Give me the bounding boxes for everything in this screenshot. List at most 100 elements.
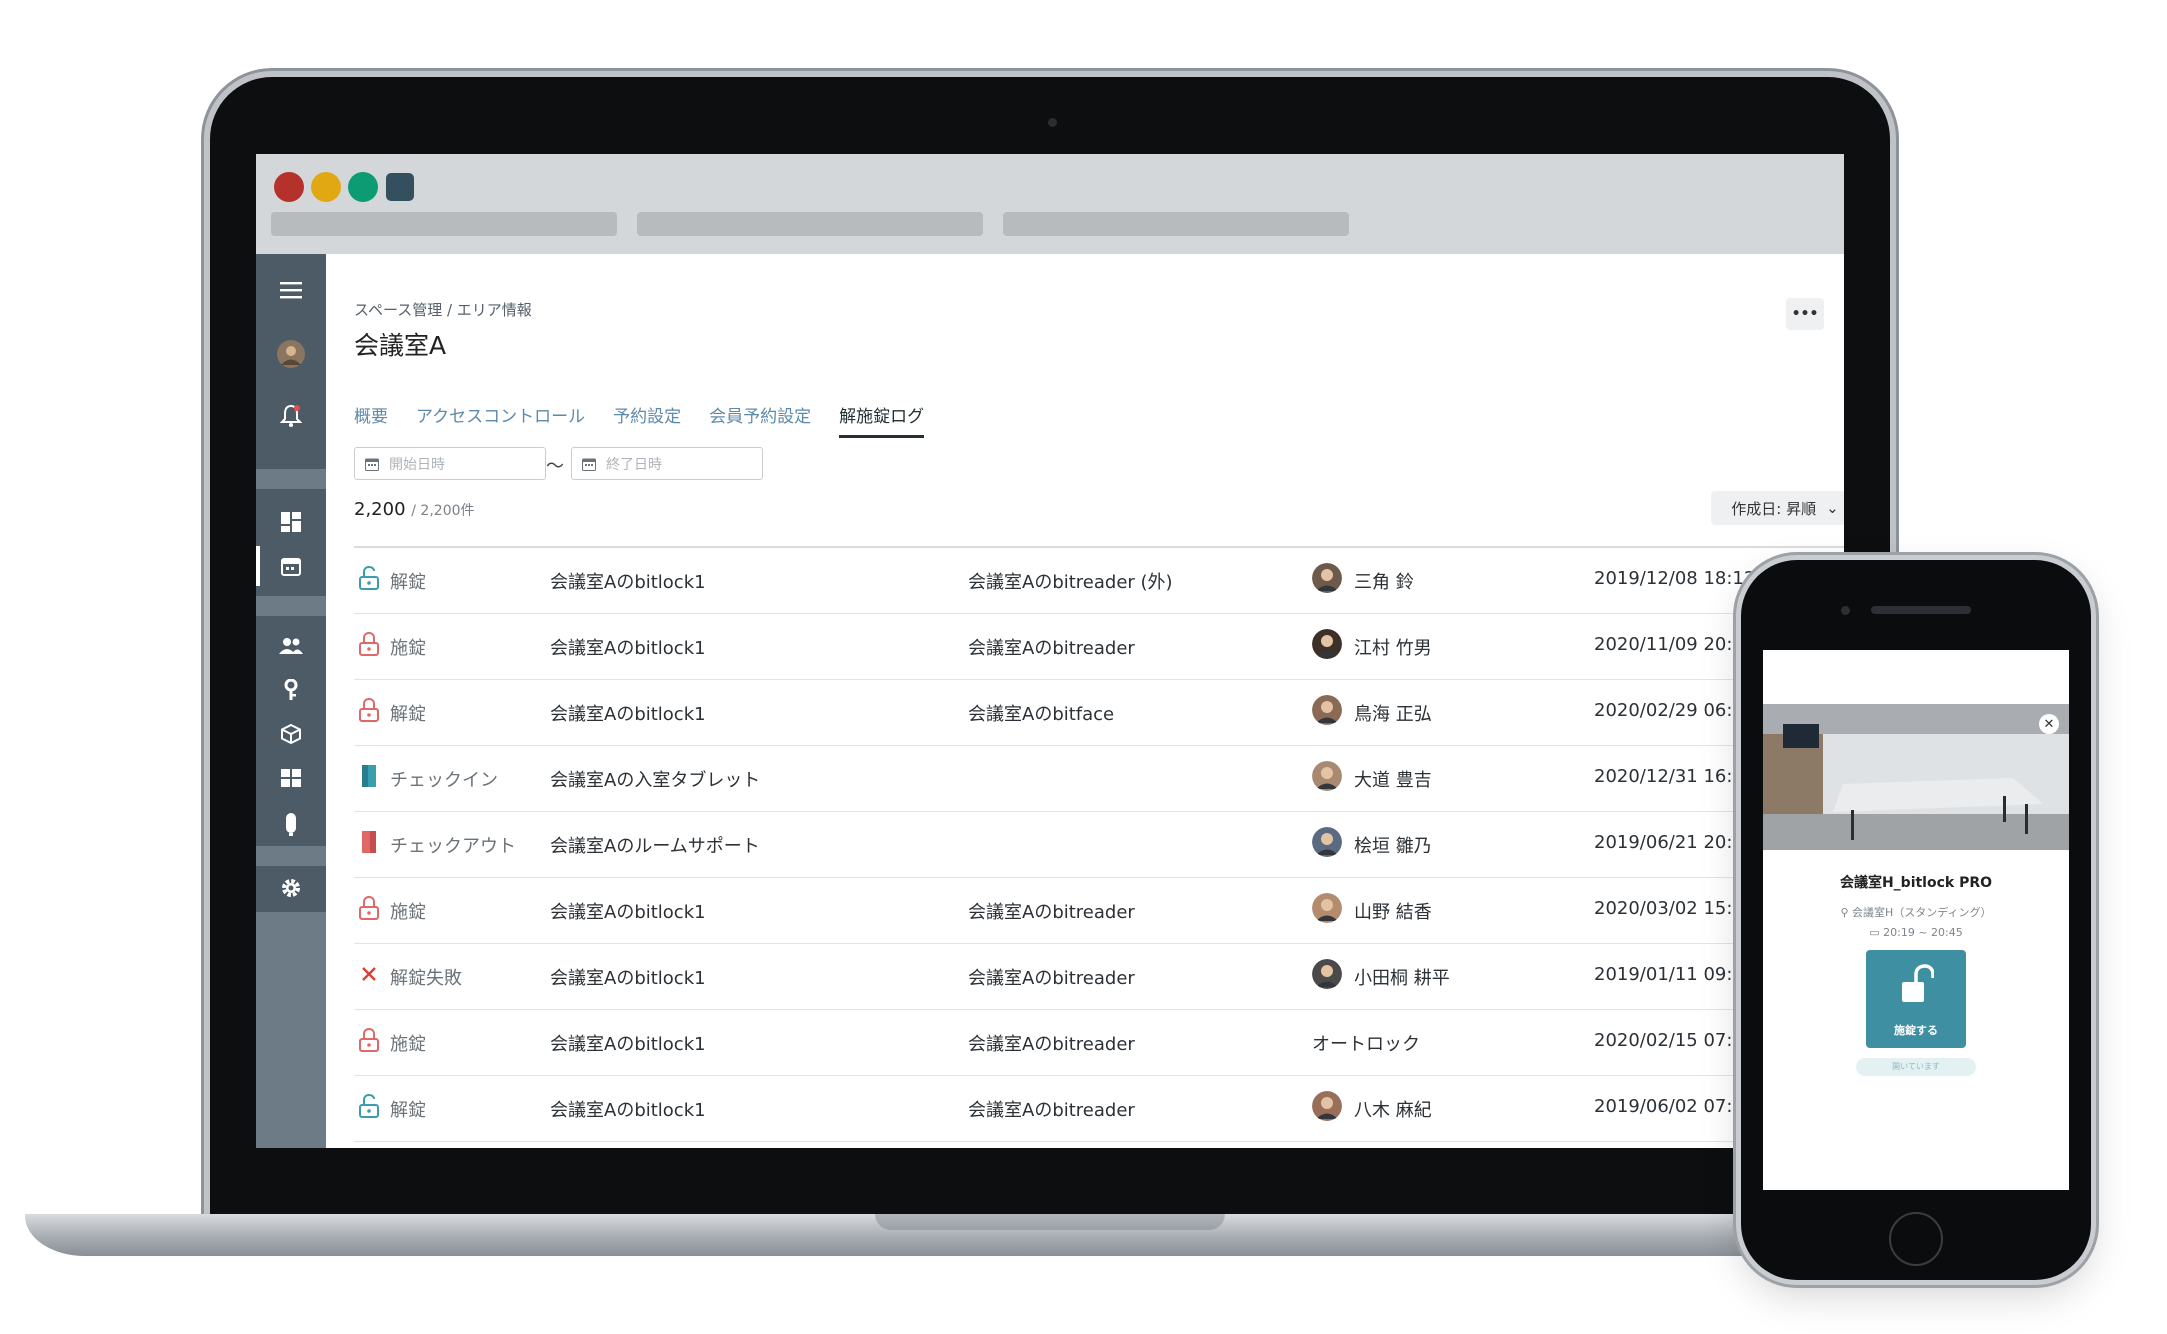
device-title: 会議室H_bitlock PRO [1839, 875, 1993, 891]
log-user-name[interactable]: 小田桐 耕平 [1354, 964, 1450, 990]
result-count: 2,200 / 2,200件 [354, 499, 475, 520]
table-row[interactable]: 解錠 会議室Aのbitlock1 会議室Aのbitreader (外) 三角 鈴… [354, 548, 1844, 614]
reservation-time-text: 20:19 ~ 20:45 [1883, 926, 1963, 939]
laptop-notch [875, 1214, 1225, 1230]
log-user-name[interactable]: 鳥海 正弘 [1354, 700, 1432, 726]
grid-icon[interactable] [256, 758, 326, 798]
calendar-icon [582, 458, 596, 471]
cube-icon[interactable] [256, 714, 326, 754]
location-pin-icon: ⚲ [1840, 906, 1853, 919]
key-icon[interactable] [256, 670, 326, 710]
sidebar-footer [256, 912, 326, 1148]
door-out-icon [358, 830, 380, 854]
user-avatar [1312, 827, 1342, 857]
browser-tab[interactable] [637, 212, 983, 236]
browser-tab[interactable] [1003, 212, 1349, 236]
browser-extra-button[interactable] [386, 173, 414, 201]
log-user-name[interactable]: 江村 竹男 [1354, 634, 1432, 660]
log-lock-name[interactable]: 会議室Aのbitlock1 [550, 964, 706, 990]
home-button[interactable] [1889, 1212, 1943, 1266]
sort-dropdown[interactable]: 作成日: 昇順 ⌄ [1711, 491, 1844, 525]
gear-icon[interactable] [256, 868, 326, 908]
log-lock-name[interactable]: 会議室Aのbitlock1 [550, 634, 706, 660]
log-user-name[interactable]: 八木 麻紀 [1354, 1096, 1432, 1122]
tab-reservation-settings[interactable]: 予約設定 [613, 402, 681, 438]
end-date-placeholder: 終了日時 [606, 456, 662, 473]
table-row[interactable]: 解錠 会議室Aのbitlock1 会議室Aのbitface 鳥海 正弘 2020… [354, 680, 1844, 746]
table-row[interactable]: 施錠 会議室Aのbitlock1 会議室Aのbitreader 江村 竹男 20… [354, 614, 1844, 680]
calendar-icon [365, 458, 379, 471]
menu-icon[interactable] [256, 270, 326, 310]
sidebar-separator [256, 469, 326, 489]
chevron-down-icon: ⌄ [1826, 499, 1839, 517]
table-row[interactable]: 解錠失敗 会議室Aのbitlock1 会議室Aのbitreader 小田桐 耕平… [354, 944, 1844, 1010]
log-action: 施錠 [390, 1034, 426, 1055]
table-row[interactable]: 施錠 会議室Aのbitlock1 会議室Aのbitreader 山野 結香 20… [354, 878, 1844, 944]
browser-bar [256, 154, 1844, 254]
log-device-name[interactable]: 会議室Aのbitreader [968, 898, 1135, 924]
log-user-name[interactable]: 桧垣 雛乃 [1354, 832, 1432, 858]
log-lock-name[interactable]: 会議室Aのbitlock1 [550, 1096, 706, 1122]
end-date-field[interactable]: 終了日時 [571, 447, 763, 480]
log-date: 2020/12/31 16:47 [1594, 766, 1756, 787]
table-row[interactable]: チェックイン 会議室Aの入室タブレット 大道 豊吉 2020/12/31 16:… [354, 746, 1844, 812]
browser-tab[interactable] [271, 212, 617, 236]
smartphone: ✕ 会議室H_bitlock PRO ⚲ 会議室H（スタンディング） ▭ 20:… [1741, 560, 2091, 1280]
log-action: 解錠 [390, 1100, 426, 1121]
log-user-name[interactable]: オートロック [1312, 1030, 1420, 1056]
lock-icon [358, 1027, 380, 1052]
log-action: チェックアウト [390, 836, 516, 857]
log-device-name[interactable]: 会議室Aのbitreader (外) [968, 568, 1173, 594]
calendar-icon: ▭ [1869, 926, 1884, 939]
lock-device-icon[interactable] [256, 804, 326, 844]
log-lock-name[interactable]: 会議室Aのルームサポート [550, 832, 760, 858]
user-avatar[interactable] [256, 334, 326, 374]
user-avatar [1312, 629, 1342, 659]
log-date: 2019/12/08 18:12 [1594, 568, 1756, 589]
log-user-name[interactable]: 大道 豊吉 [1354, 766, 1432, 792]
log-device-name[interactable]: 会議室Aのbitreader [968, 1096, 1135, 1122]
start-date-field[interactable]: 開始日時 [354, 447, 546, 480]
tab-access-control[interactable]: アクセスコントロール [416, 402, 585, 438]
log-lock-name[interactable]: 会議室Aのbitlock1 [550, 700, 706, 726]
table-row[interactable]: 解錠 会議室Aのbitlock1 会議室Aのbitreader 八木 麻紀 20… [354, 1076, 1844, 1142]
user-avatar [1312, 761, 1342, 791]
bell-icon[interactable] [256, 396, 326, 436]
lock-log-table: 解錠 会議室Aのbitlock1 会議室Aのbitreader (外) 三角 鈴… [354, 546, 1844, 1142]
log-lock-name[interactable]: 会議室Aの入室タブレット [550, 766, 760, 792]
lock-button-label: 施錠する [1894, 1024, 1938, 1037]
table-row[interactable]: 施錠 会議室Aのbitlock1 会議室Aのbitreader オートロック 2… [354, 1010, 1844, 1076]
log-device-name[interactable]: 会議室Aのbitreader [968, 964, 1135, 990]
users-icon[interactable] [256, 626, 326, 666]
user-avatar [1312, 695, 1342, 725]
close-icon[interactable]: ✕ [2039, 714, 2059, 734]
door-in-icon [358, 764, 380, 788]
log-date: 2020/02/15 07:30 [1594, 1030, 1756, 1051]
log-device-name[interactable]: 会議室Aのbitreader [968, 1030, 1135, 1056]
device-location: ⚲ 会議室H（スタンディング） [1763, 904, 2069, 920]
close-window-button[interactable] [274, 172, 304, 202]
tab-overview[interactable]: 概要 [354, 402, 388, 438]
dashboard-icon[interactable] [256, 502, 326, 542]
calendar-icon[interactable] [256, 546, 326, 586]
log-device-name[interactable]: 会議室Aのbitreader [968, 634, 1135, 660]
lock-button[interactable]: 施錠する [1866, 950, 1966, 1048]
breadcrumb[interactable]: スペース管理 / エリア情報 [354, 299, 532, 320]
result-count-value: 2,200 [354, 499, 406, 520]
log-device-name[interactable]: 会議室Aのbitface [968, 700, 1114, 726]
table-row[interactable]: チェックアウト 会議室Aのルームサポート 桧垣 雛乃 2019/06/21 20… [354, 812, 1844, 878]
log-date: 2019/01/11 09:21 [1594, 964, 1756, 985]
more-options-button[interactable]: ••• [1786, 298, 1824, 330]
log-lock-name[interactable]: 会議室Aのbitlock1 [550, 568, 706, 594]
minimize-window-button[interactable] [311, 172, 341, 202]
log-user-name[interactable]: 山野 結香 [1354, 898, 1432, 924]
tab-member-reservation[interactable]: 会員予約設定 [709, 402, 811, 438]
log-user-name[interactable]: 三角 鈴 [1354, 568, 1414, 594]
log-action: 解錠 [390, 704, 426, 725]
log-lock-name[interactable]: 会議室Aのbitlock1 [550, 898, 706, 924]
log-lock-name[interactable]: 会議室Aのbitlock1 [550, 1030, 706, 1056]
unlock-icon [358, 565, 380, 590]
sidebar-separator [256, 596, 326, 616]
tab-lock-log[interactable]: 解施錠ログ [839, 402, 925, 438]
maximize-window-button[interactable] [348, 172, 378, 202]
